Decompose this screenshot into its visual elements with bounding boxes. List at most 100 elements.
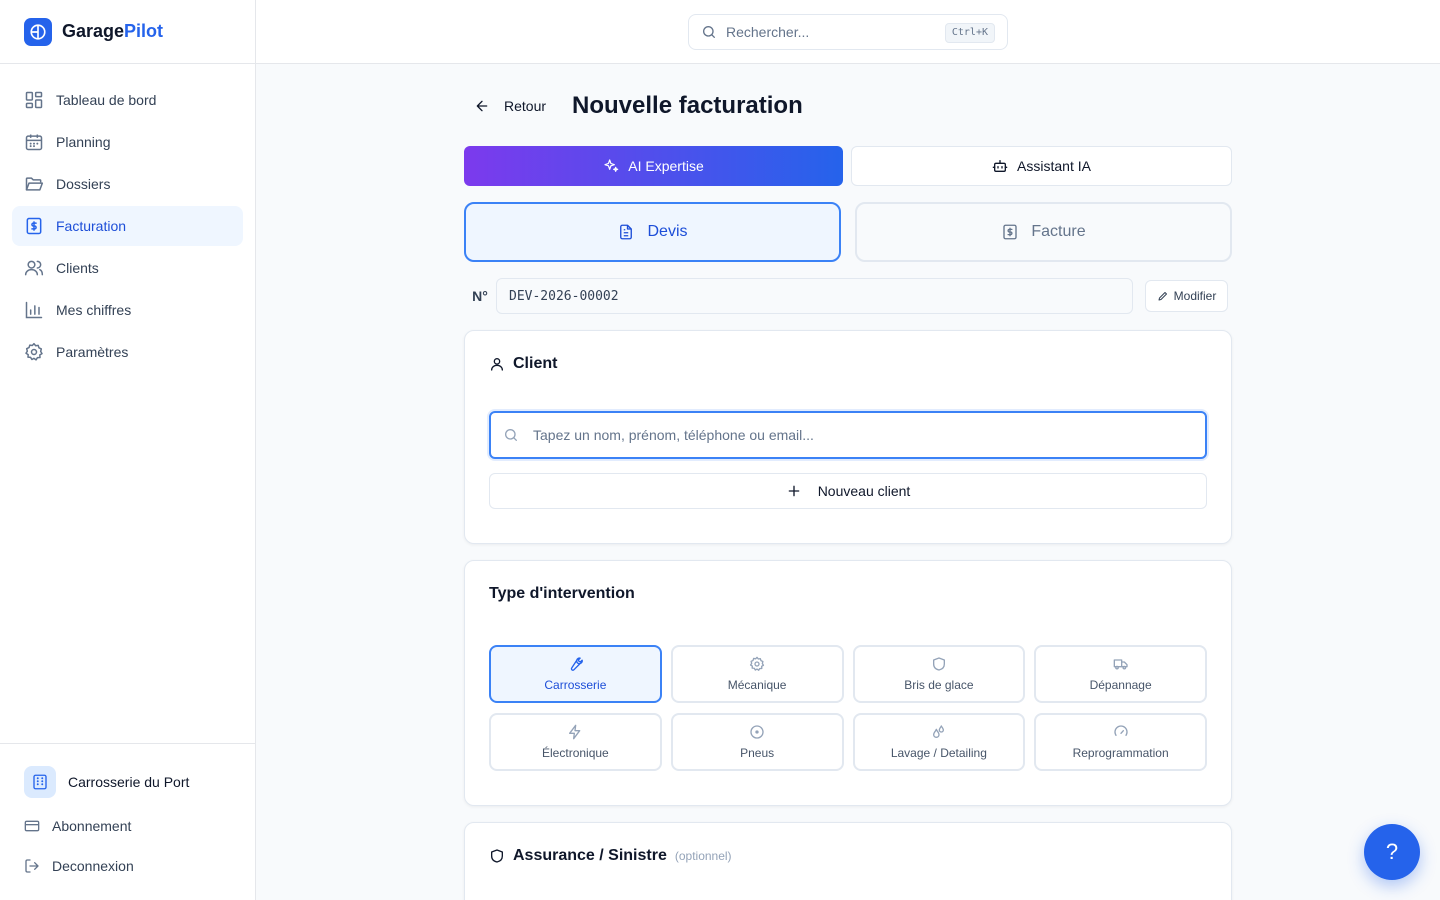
ai-assistant-button[interactable]: Assistant IA	[851, 146, 1232, 186]
lightning-icon	[567, 724, 583, 740]
sidebar-item-dashboard[interactable]: Tableau de bord	[12, 80, 243, 120]
subscription-link[interactable]: Abonnement	[0, 816, 255, 836]
new-client-button[interactable]: Nouveau client	[489, 473, 1207, 509]
calendar-icon	[24, 132, 44, 152]
sidebar-item-label: Clients	[56, 260, 99, 276]
topbar: Rechercher... Ctrl+K	[256, 0, 1440, 64]
invoice-icon	[1001, 223, 1019, 241]
intervention-card-title: Type d'intervention	[489, 585, 635, 602]
intervention-type-label: Pneus	[740, 746, 775, 760]
garage-switcher[interactable]: Carrosserie du Port	[0, 744, 255, 798]
file-text-icon	[617, 223, 635, 241]
sidebar-item-planning[interactable]: Planning	[12, 122, 243, 162]
sidebar-item-label: Paramètres	[56, 344, 129, 360]
search-icon	[701, 24, 717, 40]
client-search-placeholder: Tapez un nom, prénom, téléphone ou email…	[533, 427, 814, 443]
brand-logo-icon	[24, 17, 52, 46]
intervention-type-mecanique[interactable]: Mécanique	[670, 645, 844, 703]
sidebar: GaragePilot Tableau de bord Planning Dos…	[0, 0, 256, 900]
brand[interactable]: GaragePilot	[0, 0, 255, 64]
truck-icon	[1113, 656, 1129, 672]
sidebar-item-clients[interactable]: Clients	[12, 248, 243, 288]
intervention-type-label: Dépannage	[1089, 678, 1152, 692]
insurance-card-title: Assurance / Sinistre (optionnel)	[489, 847, 1207, 865]
plus-icon	[786, 483, 802, 499]
ai-expertise-button[interactable]: AI Expertise	[464, 146, 843, 186]
intervention-type-pneus[interactable]: Pneus	[670, 713, 844, 771]
intervention-type-label: Carrosserie	[544, 678, 607, 692]
search-icon	[503, 427, 519, 443]
tire-icon	[749, 724, 765, 740]
subscription-label: Abonnement	[52, 818, 132, 834]
sidebar-nav: Tableau de bord Planning Dossiers Factur…	[0, 64, 255, 390]
intervention-type-grid: Carrosserie Mécanique Bris de glace Dépa…	[489, 645, 1207, 771]
ai-expertise-label: AI Expertise	[628, 158, 704, 174]
intervention-type-label: Électronique	[542, 746, 609, 760]
intervention-type-lavage[interactable]: Lavage / Detailing	[852, 713, 1026, 771]
doc-type-devis-label: Devis	[647, 223, 688, 240]
wrench-icon	[567, 656, 584, 672]
search-placeholder: Rechercher...	[726, 24, 810, 40]
intervention-type-depannage[interactable]: Dépannage	[1034, 645, 1207, 703]
document-number-row: N° DEV-2026-00002 Modifier	[464, 278, 1232, 314]
folder-icon	[24, 174, 44, 194]
optional-label: (optionnel)	[674, 849, 732, 863]
intervention-type-bris-de-glace[interactable]: Bris de glace	[852, 645, 1026, 703]
global-search-input[interactable]: Rechercher... Ctrl+K	[688, 14, 1008, 50]
doc-type-facture-label: Facture	[1031, 223, 1086, 240]
ai-actions: AI Expertise Assistant IA	[464, 146, 1232, 186]
bot-icon	[992, 158, 1008, 174]
sidebar-item-label: Dossiers	[56, 176, 111, 192]
intervention-type-reprogrammation[interactable]: Reprogrammation	[1034, 713, 1207, 771]
main-content: Retour Nouvelle facturation AI Expertise…	[464, 64, 1232, 900]
client-title-label: Client	[513, 355, 558, 372]
client-search-input[interactable]: Tapez un nom, prénom, téléphone ou email…	[489, 411, 1207, 459]
logout-link[interactable]: Deconnexion	[0, 856, 255, 876]
gear-icon	[749, 656, 765, 672]
back-label: Retour	[504, 98, 547, 114]
sidebar-item-label: Planning	[56, 134, 111, 150]
building-icon	[24, 766, 56, 798]
sidebar-item-label: Facturation	[56, 218, 127, 234]
sidebar-item-label: Tableau de bord	[56, 92, 157, 108]
invoice-icon	[24, 216, 44, 236]
insurance-title-label: Assurance / Sinistre	[513, 847, 667, 864]
intervention-type-label: Bris de glace	[904, 678, 974, 692]
gauge-icon	[1113, 724, 1129, 740]
edit-number-button[interactable]: Modifier	[1145, 280, 1228, 312]
bar-chart-icon	[24, 300, 44, 320]
page-header: Retour Nouvelle facturation	[464, 64, 1232, 146]
intervention-type-label: Mécanique	[727, 678, 787, 692]
search-shortcut-badge: Ctrl+K	[944, 23, 995, 43]
garage-name: Carrosserie du Port	[68, 774, 190, 790]
sidebar-footer: Carrosserie du Port Abonnement Deconnexi…	[0, 743, 255, 900]
sidebar-item-facturation[interactable]: Facturation	[12, 206, 243, 246]
pencil-icon	[1157, 290, 1169, 302]
intervention-type-electronique[interactable]: Électronique	[489, 713, 662, 771]
doc-type-devis-button[interactable]: Devis	[464, 202, 841, 262]
sidebar-item-dossiers[interactable]: Dossiers	[12, 164, 243, 204]
arrow-left-icon	[474, 98, 490, 114]
help-button[interactable]: ?	[1364, 824, 1420, 880]
shield-icon	[931, 656, 947, 672]
sidebar-item-parametres[interactable]: Paramètres	[12, 332, 243, 372]
user-icon	[489, 356, 505, 372]
new-client-label: Nouveau client	[817, 483, 911, 499]
credit-card-icon	[24, 818, 40, 834]
document-number-field: DEV-2026-00002	[496, 278, 1133, 314]
dashboard-icon	[24, 90, 44, 110]
sparkles-icon	[603, 158, 619, 174]
intervention-type-carrosserie[interactable]: Carrosserie	[489, 645, 662, 703]
back-button[interactable]: Retour	[474, 98, 546, 114]
logout-label: Deconnexion	[52, 858, 134, 874]
logout-icon	[24, 858, 40, 874]
intervention-type-label: Reprogrammation	[1072, 746, 1169, 760]
edit-number-label: Modifier	[1173, 289, 1217, 303]
document-type-toggle: Devis Facture	[464, 202, 1232, 262]
brand-name: GaragePilot	[62, 21, 164, 41]
intervention-type-label: Lavage / Detailing	[890, 746, 987, 760]
shield-icon	[489, 848, 505, 864]
page-title: Nouvelle facturation	[572, 92, 803, 119]
sidebar-item-mes-chiffres[interactable]: Mes chiffres	[12, 290, 243, 330]
doc-type-facture-button[interactable]: Facture	[855, 202, 1232, 262]
